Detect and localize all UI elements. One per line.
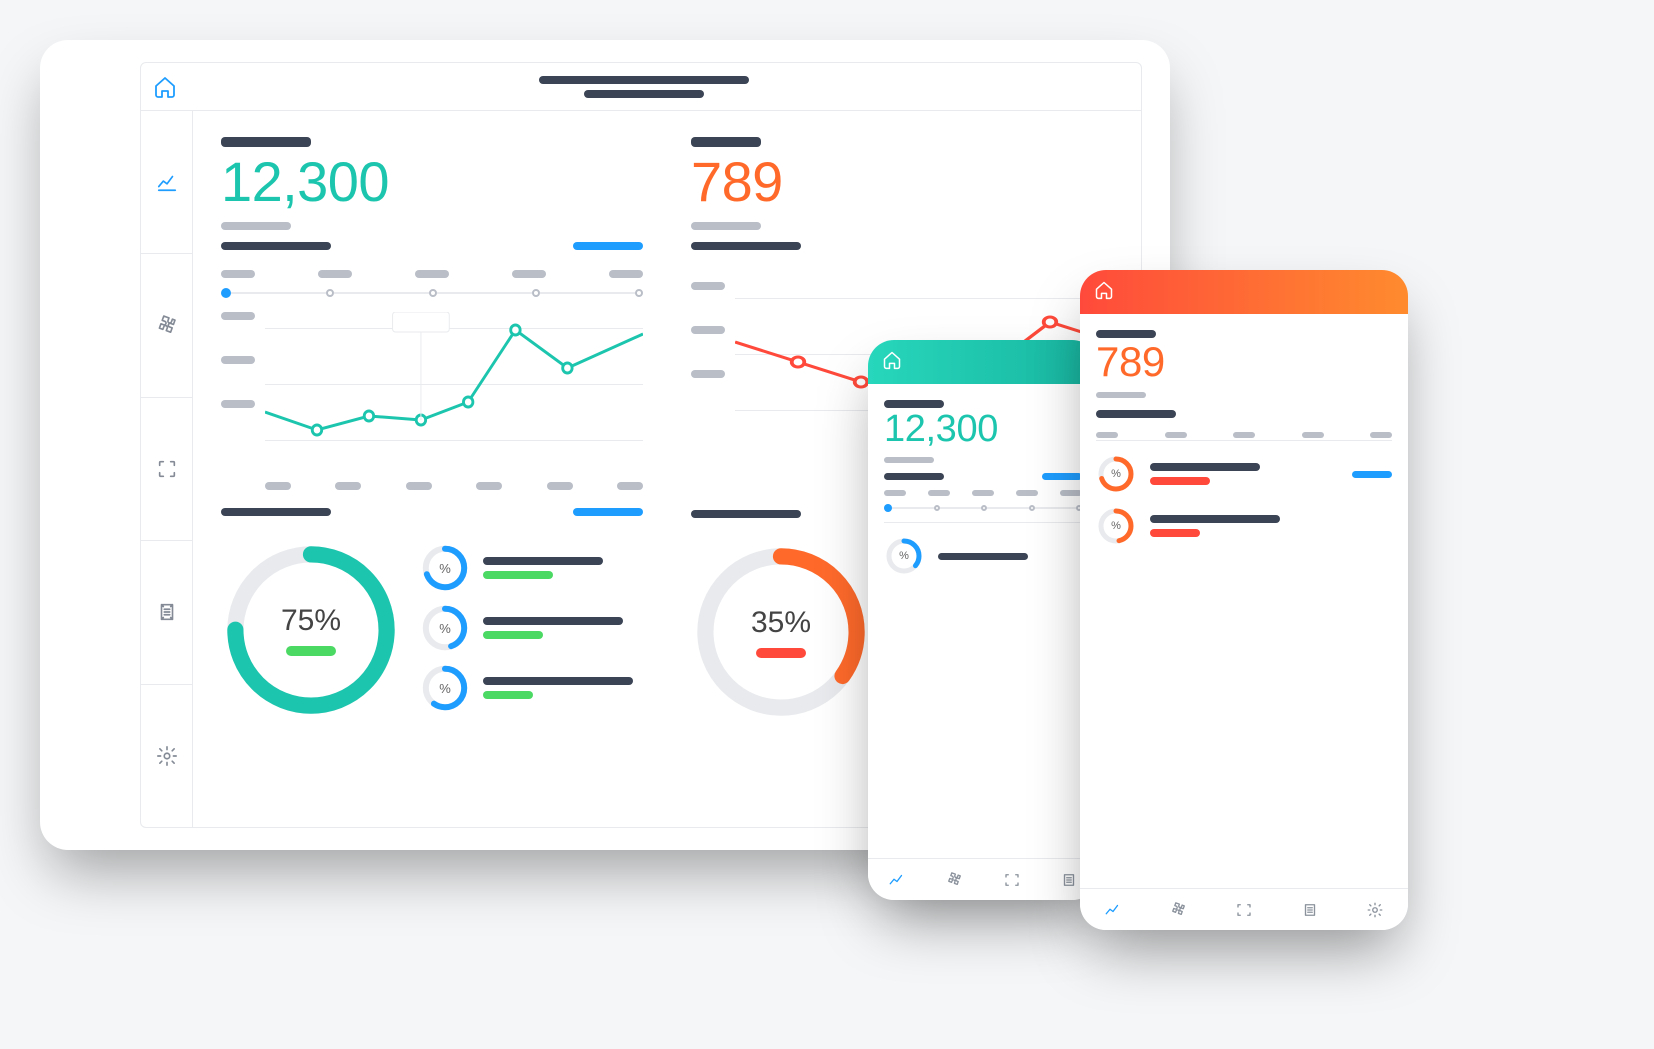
period-slider[interactable]	[221, 288, 643, 298]
phone-mini-1: %	[1096, 454, 1392, 494]
donut-heading	[221, 508, 643, 516]
mini-link[interactable]	[1352, 471, 1392, 478]
phone-orange-metric: 789	[1096, 338, 1392, 386]
chart2-heading	[691, 242, 1113, 250]
tab-puzzle-icon[interactable]	[1169, 901, 1187, 919]
nav-chart-icon[interactable]	[141, 111, 192, 254]
home-icon[interactable]	[1094, 280, 1114, 305]
phone-tabs[interactable]	[1096, 432, 1392, 438]
tab-scan-icon[interactable]	[1235, 901, 1253, 919]
chart-action-link[interactable]	[573, 242, 643, 250]
primary-donut: 75%	[221, 540, 401, 720]
tab-scan-icon[interactable]	[1003, 871, 1021, 889]
nav-list-icon[interactable]	[141, 541, 192, 684]
mini-metric-3: %	[421, 664, 633, 712]
tab-list-icon[interactable]	[1301, 901, 1319, 919]
secondary-donut-label: 35%	[751, 606, 811, 640]
phone-slider[interactable]	[884, 504, 1082, 512]
phone-teal-metric: 12,300	[884, 408, 1082, 451]
secondary-metric-value: 789	[691, 149, 1113, 214]
phone-teal-tabbar	[868, 858, 1098, 900]
phone-mini-1: %	[884, 536, 1082, 576]
y-axis-labels-2	[691, 282, 725, 442]
phone-orange-header	[1080, 270, 1408, 314]
chart-heading	[221, 242, 643, 250]
phone-orange: 789 % %	[1080, 270, 1408, 930]
mini-metric-2: %	[421, 604, 633, 652]
primary-panel: 12,300	[221, 137, 643, 801]
donut-action-link[interactable]	[573, 508, 643, 516]
mini-symbol: %	[421, 544, 469, 592]
top-bar	[141, 63, 1141, 111]
period-tabs[interactable]	[221, 270, 643, 278]
mini-metrics-list: % % %	[421, 544, 633, 712]
x-axis-labels	[265, 482, 643, 490]
phone-action-link[interactable]	[1042, 473, 1082, 480]
phone-teal: 12,300 %	[868, 340, 1098, 900]
nav-gear-icon[interactable]	[141, 685, 192, 827]
nav-scan-icon[interactable]	[141, 398, 192, 541]
home-icon[interactable]	[153, 75, 177, 99]
tab-gear-icon[interactable]	[1366, 901, 1384, 919]
phone-tabs[interactable]	[884, 490, 1082, 496]
primary-donut-label: 75%	[281, 604, 341, 638]
primary-metric-value: 12,300	[221, 149, 643, 214]
tab-list-icon[interactable]	[1060, 871, 1078, 889]
secondary-donut: 35%	[691, 542, 871, 722]
tab-puzzle-icon[interactable]	[945, 871, 963, 889]
phone-orange-tabbar	[1080, 888, 1408, 930]
top-bar-title	[177, 76, 1111, 98]
tab-chart-icon[interactable]	[888, 871, 906, 889]
phone-mini-2: %	[1096, 506, 1392, 546]
home-icon[interactable]	[882, 350, 902, 375]
mini-metric-1: %	[421, 544, 633, 592]
sidebar	[141, 111, 193, 827]
nav-puzzle-icon[interactable]	[141, 254, 192, 397]
primary-line-chart	[265, 312, 643, 472]
y-axis-labels	[221, 312, 255, 472]
tab-chart-icon[interactable]	[1104, 901, 1122, 919]
phone-teal-header	[868, 340, 1098, 384]
